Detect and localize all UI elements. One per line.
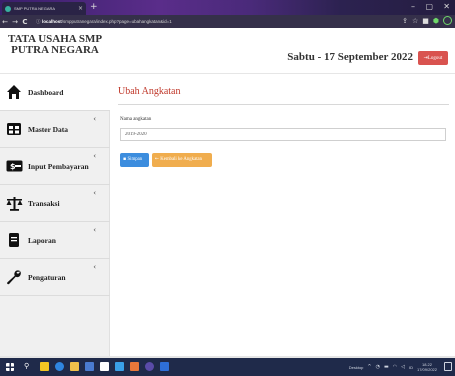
title-divider (118, 104, 449, 105)
browser-tabbar: SMP PUTRA NEGARA × + – ▢ ✕ (0, 0, 455, 15)
browser-address-bar: ← → C ⓘ localhost/smpputranegara/index.p… (0, 15, 455, 28)
clock-date: 17/09/2022 (416, 367, 437, 372)
chevron-left-icon: ‹ (93, 189, 96, 197)
search-icon[interactable]: ⚲ (24, 362, 33, 371)
volume-icon[interactable]: ◁ (401, 364, 405, 370)
sidebar-item-transaksi[interactable]: Transaksi ‹ (0, 185, 110, 222)
back-arrow-icon: ← (155, 157, 160, 162)
main-content: Ubah Angkatan Nama angkatan ▪ Simpan ← K… (110, 74, 455, 358)
save-button[interactable]: ▪ Simpan (120, 153, 149, 167)
desktop-label[interactable]: Desktop (349, 365, 364, 370)
window-close-button[interactable]: ✕ (443, 2, 450, 12)
chevron-left-icon: ‹ (93, 115, 96, 123)
store-app-icon[interactable] (100, 362, 109, 371)
chevron-up-icon[interactable]: ^ (367, 364, 371, 370)
minimize-button[interactable]: – (411, 2, 415, 12)
xampp-app-icon[interactable] (130, 362, 139, 371)
browser-tab[interactable]: SMP PUTRA NEGARA × (2, 2, 86, 15)
home-icon (5, 83, 23, 101)
profile-icon[interactable] (443, 16, 452, 25)
chevron-left-icon: ‹ (93, 226, 96, 234)
url-path: /smpputranegara/index.php?page=ubahangka… (61, 19, 172, 24)
extension-puzzle-icon[interactable]: ⬢ (433, 17, 439, 25)
tab-title: SMP PUTRA NEGARA (14, 6, 56, 11)
sidebar-item-pengaturan[interactable]: Pengaturan ‹ (0, 259, 110, 296)
browser-app-icon[interactable] (145, 362, 154, 371)
sidebar-item-laporan[interactable]: Laporan ‹ (0, 222, 110, 259)
file-explorer-icon[interactable] (40, 362, 49, 371)
page-title: Ubah Angkatan (118, 86, 181, 97)
sidebar-item-master-data[interactable]: Master Data ‹ (0, 111, 110, 148)
share-icon[interactable]: ⇪ (402, 17, 408, 25)
logout-label: Logout (427, 56, 443, 61)
save-button-label: Simpan (127, 157, 143, 162)
save-disk-icon: ▪ (123, 157, 127, 162)
notes-app-icon[interactable] (70, 362, 79, 371)
sidebar-item-label: Laporan (28, 235, 56, 245)
taskbar: ⚲ Desktop ^ ◔ ▬ ◠ ◁ ID 18.22 17/09/2022 (0, 358, 455, 376)
forward-button[interactable]: → (10, 18, 20, 26)
reload-button[interactable]: C (20, 18, 30, 26)
url-field[interactable]: ⓘ localhost/smpputranegara/index.php?pag… (36, 17, 366, 26)
url-host: localhost (41, 19, 62, 24)
sidebar-item-label: Dashboard (28, 87, 64, 97)
scale-icon (5, 194, 23, 212)
sidebar-item-label: Input Pembayaran (28, 161, 89, 171)
battery-icon[interactable]: ▬ (384, 364, 389, 370)
sidebar-item-label: Pengaturan (28, 272, 66, 282)
sidebar-item-label: Transaksi (28, 198, 60, 208)
sidebar-item-input-pembayaran[interactable]: $ Input Pembayaran ‹ (0, 148, 110, 185)
system-tray: Desktop ^ ◔ ▬ ◠ ◁ ID 18.22 17/09/2022 (349, 358, 437, 376)
new-tab-button[interactable]: + (90, 2, 98, 12)
back-to-angkatan-button[interactable]: ← Kembali ke Angkatan (152, 153, 212, 167)
table-icon (5, 120, 23, 138)
maximize-button[interactable]: ▢ (425, 2, 433, 12)
money-icon: $ (5, 157, 23, 175)
notification-icon[interactable] (444, 362, 452, 371)
logout-button[interactable]: ⇥Logout (418, 51, 448, 65)
sidebar-item-dashboard[interactable]: Dashboard (0, 74, 110, 111)
windows-start-icon[interactable] (6, 363, 14, 371)
taskbar-app-icon[interactable] (115, 362, 124, 371)
field-label-nama-angkatan: Nama angkatan (120, 117, 152, 122)
bookmark-star-icon[interactable]: ☆ (412, 17, 418, 25)
file-icon (5, 231, 23, 249)
wrench-icon (5, 268, 23, 286)
extension-icon[interactable]: ■ (422, 17, 429, 25)
network-icon[interactable]: ◔ (376, 364, 380, 370)
brand-line-2: PUTRA NEGARA (11, 44, 99, 56)
back-button[interactable]: ← (0, 18, 10, 26)
chevron-left-icon: ‹ (93, 263, 96, 271)
app-header: TATA USAHA SMP PUTRA NEGARA Sabtu - 17 S… (0, 28, 455, 74)
brand-title: TATA USAHA SMP PUTRA NEGARA (0, 34, 110, 56)
back-button-label: Kembali ke Angkatan (160, 157, 203, 162)
nama-angkatan-input[interactable] (120, 128, 446, 141)
wifi-icon[interactable]: ◠ (393, 364, 397, 370)
edge-browser-icon[interactable] (55, 362, 64, 371)
sidebar-item-label: Master Data (28, 124, 69, 134)
taskbar-clock[interactable]: 18.22 17/09/2022 (417, 362, 437, 372)
vscode-app-icon[interactable] (160, 362, 169, 371)
mail-app-icon[interactable] (85, 362, 94, 371)
language-indicator[interactable]: ID (409, 365, 413, 370)
chevron-left-icon: ‹ (93, 152, 96, 160)
site-favicon-icon (5, 5, 11, 12)
current-date: Sabtu - 17 September 2022 (287, 51, 413, 63)
tab-close-icon[interactable]: × (78, 5, 83, 12)
sidebar: Dashboard Master Data ‹ $ Input Pembayar… (0, 74, 110, 358)
